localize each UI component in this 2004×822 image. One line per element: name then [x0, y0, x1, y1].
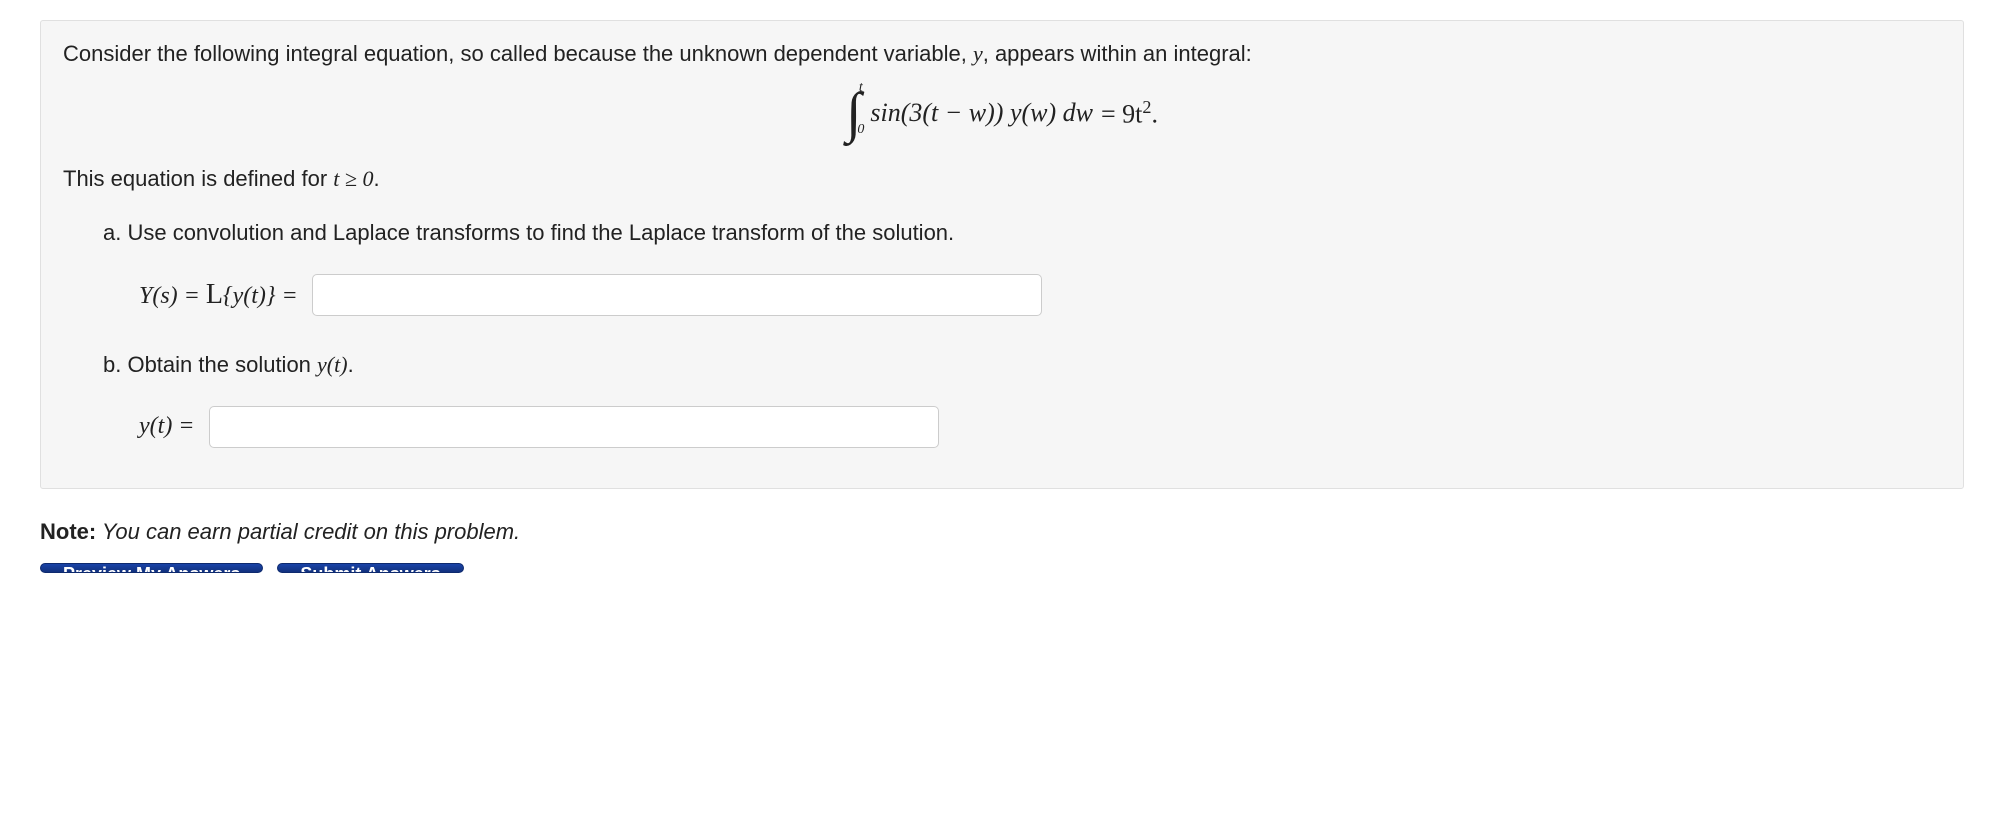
intro-prefix: Consider the following integral equation…: [63, 41, 973, 66]
rhs: = 9t2.: [1101, 97, 1158, 130]
part-a-prompt: a. Use convolution and Laplace transform…: [103, 220, 1941, 246]
rhs-eq: = 9t: [1101, 99, 1142, 128]
part-b-label: y(t) =: [139, 413, 195, 440]
note-text: Note: You can earn partial credit on thi…: [40, 519, 1964, 545]
integrand: sin(3(t − w)) y(w) dw: [870, 98, 1093, 128]
intro-var-y: y: [973, 41, 983, 66]
defined-prefix: This equation is defined for: [63, 166, 333, 191]
problem-box: Consider the following integral equation…: [40, 20, 1964, 489]
part-a-label-lhs: Y(s) =: [139, 283, 206, 309]
part-a-answer-row: Y(s) = L{y(t)} =: [103, 274, 1941, 316]
part-b-prompt-prefix: b. Obtain the solution: [103, 352, 317, 377]
integral-wrap: ∫ t 0 sin(3(t − w)) y(w) dw = 9t2.: [846, 89, 1158, 137]
part-a-input[interactable]: [312, 274, 1042, 316]
defined-math: t ≥ 0: [333, 166, 373, 191]
part-b-input[interactable]: [209, 406, 939, 448]
page-container: Consider the following integral equation…: [0, 0, 2004, 593]
integral-equation: ∫ t 0 sin(3(t − w)) y(w) dw = 9t2.: [63, 89, 1941, 138]
integral-sign-icon: ∫: [846, 91, 861, 136]
part-b-prompt-suffix: .: [348, 352, 354, 377]
intro-text: Consider the following integral equation…: [63, 41, 1941, 67]
submit-answers-button[interactable]: Submit Answers: [277, 563, 463, 573]
intro-suffix: , appears within an integral:: [983, 41, 1252, 66]
part-b-prompt: b. Obtain the solution y(t).: [103, 352, 1941, 378]
laplace-script-l: L: [206, 279, 223, 310]
preview-answers-button[interactable]: Preview My Answers: [40, 563, 263, 573]
part-b-answer-row: y(t) =: [103, 406, 1941, 448]
part-a-label: Y(s) = L{y(t)} =: [139, 279, 298, 311]
part-a: a. Use convolution and Laplace transform…: [63, 220, 1941, 316]
defined-period: .: [373, 166, 379, 191]
part-b: b. Obtain the solution y(t). y(t) =: [63, 352, 1941, 448]
rhs-period: .: [1151, 99, 1158, 128]
button-row: Preview My Answers Submit Answers: [40, 563, 1964, 573]
note-italic: You can earn partial credit on this prob…: [96, 519, 520, 544]
part-a-label-braces: {y(t)} =: [223, 283, 298, 309]
note-bold: Note:: [40, 519, 96, 544]
defined-for-text: This equation is defined for t ≥ 0.: [63, 166, 1941, 192]
part-b-prompt-var: y(t): [317, 352, 348, 377]
